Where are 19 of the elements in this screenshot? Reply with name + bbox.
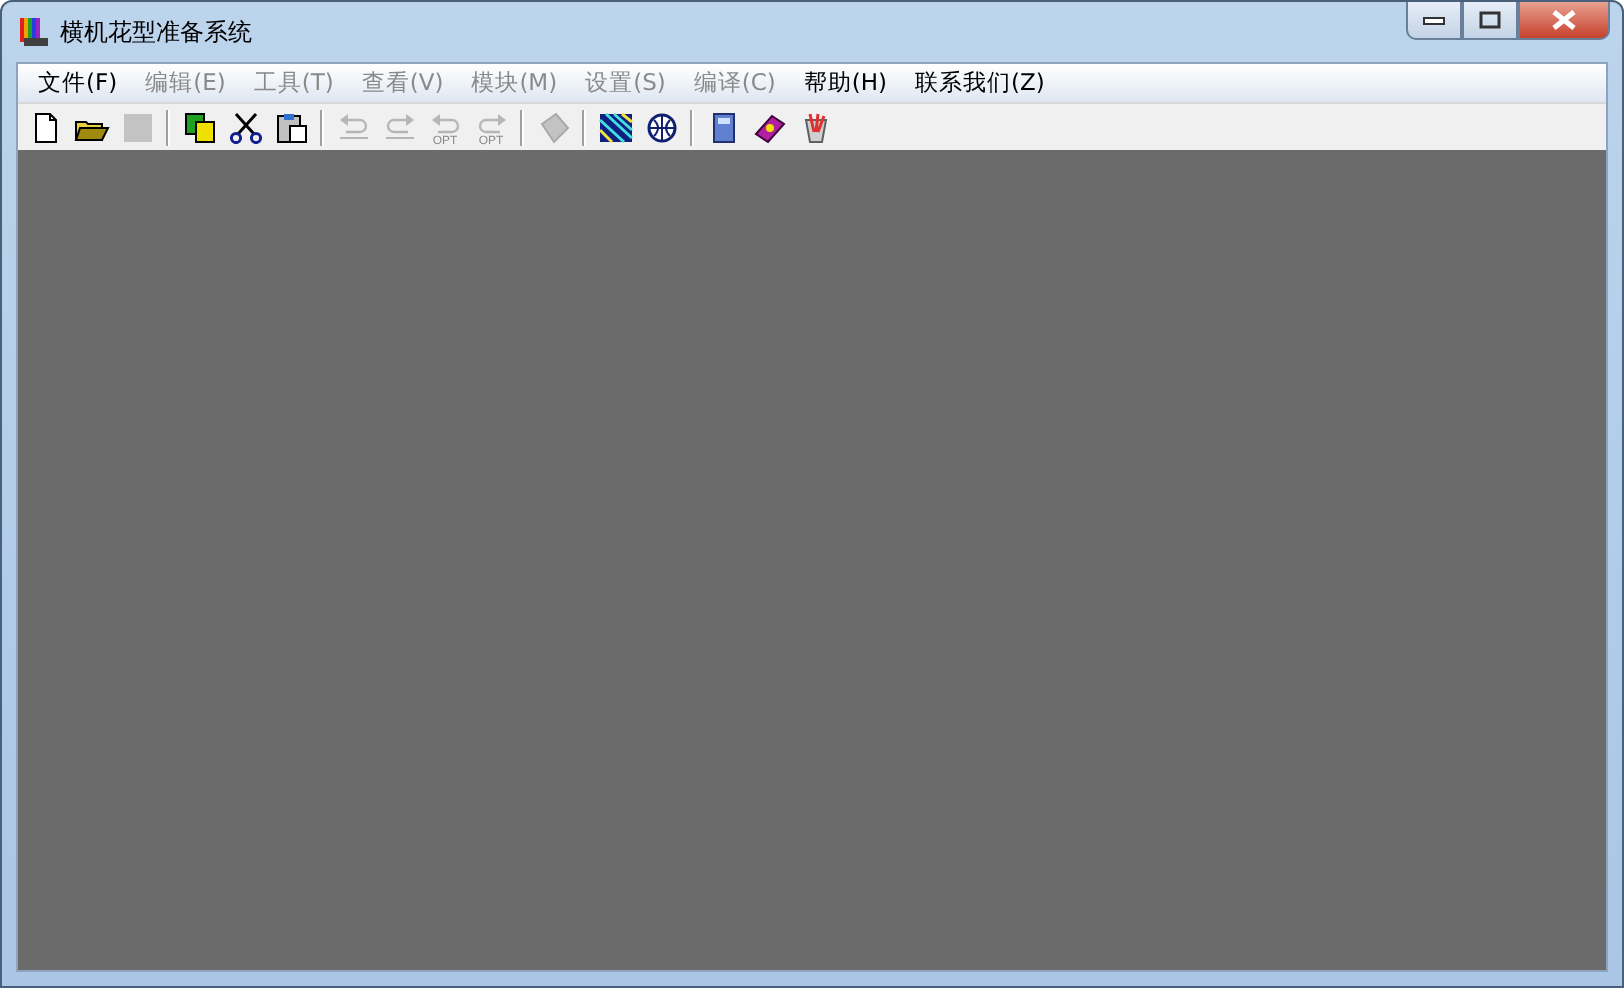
- menu-item[interactable]: 联系我们(Z): [901, 68, 1059, 98]
- square-icon: [119, 111, 155, 143]
- redo-arrow-icon: [381, 111, 417, 143]
- maximize-icon: [1478, 10, 1502, 30]
- scissors-icon: [227, 111, 263, 143]
- close-icon: [1550, 10, 1578, 30]
- clipboard-icon: [273, 111, 309, 143]
- window-title: 横机花型准备系统: [60, 15, 252, 49]
- menu-item[interactable]: 帮助(H): [789, 68, 902, 98]
- maximize-button[interactable]: [1462, 2, 1518, 40]
- close-button[interactable]: [1518, 2, 1610, 40]
- undo-arrow-icon: [335, 111, 371, 143]
- striped-square-icon: [597, 111, 633, 143]
- menu-item[interactable]: 文件(F): [24, 68, 132, 98]
- minimize-button[interactable]: [1406, 2, 1462, 40]
- minimize-icon: [1422, 14, 1446, 26]
- copy-icon: [181, 111, 217, 143]
- app-logo-icon: [16, 14, 52, 50]
- globe-icon: [643, 111, 679, 143]
